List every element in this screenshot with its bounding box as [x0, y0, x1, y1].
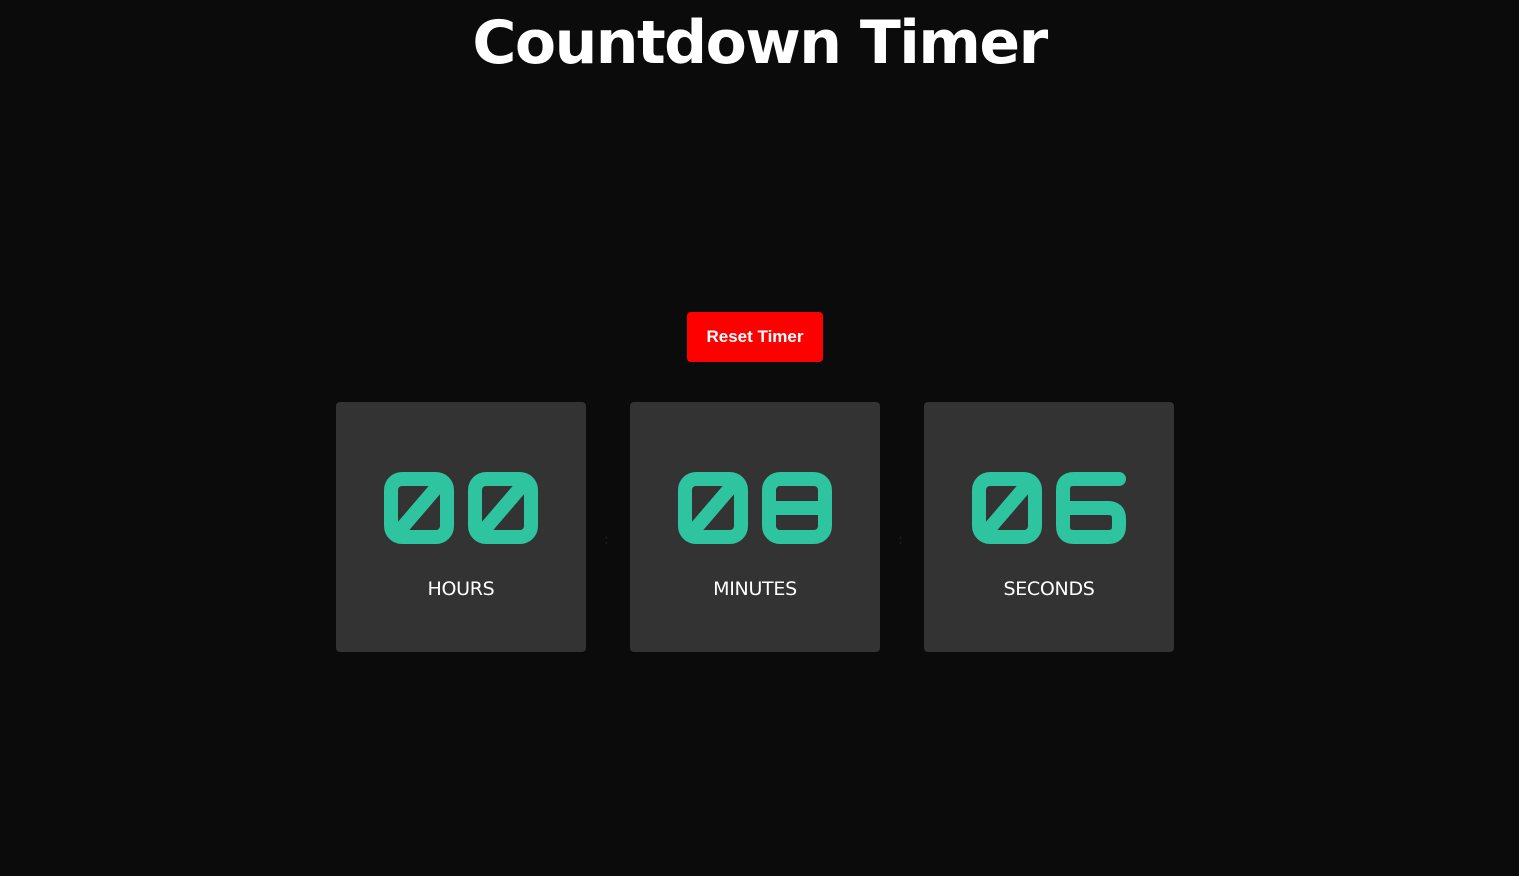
digits-graphic	[678, 472, 832, 544]
reset-timer-button[interactable]: Reset Timer	[687, 312, 823, 362]
hours-value	[336, 472, 586, 556]
minutes-value	[630, 472, 880, 556]
digits-graphic	[972, 472, 1126, 544]
digit-0	[972, 472, 1042, 544]
minutes-card: MINUTES	[630, 402, 880, 652]
hours-card: HOURS	[336, 402, 586, 652]
seconds-value	[924, 472, 1174, 556]
digit-0	[384, 472, 454, 544]
page-title: Countdown Timer	[472, 8, 1048, 78]
digit-6	[1056, 472, 1126, 544]
digit-0	[678, 472, 748, 544]
seconds-label: SECONDS	[1003, 578, 1095, 600]
time-separator: :	[604, 532, 609, 548]
digits-graphic	[384, 472, 538, 544]
digit-0	[468, 472, 538, 544]
digit-8	[762, 472, 832, 544]
minutes-label: MINUTES	[713, 578, 797, 600]
seconds-card: SECONDS	[924, 402, 1174, 652]
time-separator: :	[898, 532, 903, 548]
countdown-page: Countdown Timer Reset Timer HOURS : MINU…	[0, 0, 1519, 876]
hours-label: HOURS	[427, 578, 495, 600]
